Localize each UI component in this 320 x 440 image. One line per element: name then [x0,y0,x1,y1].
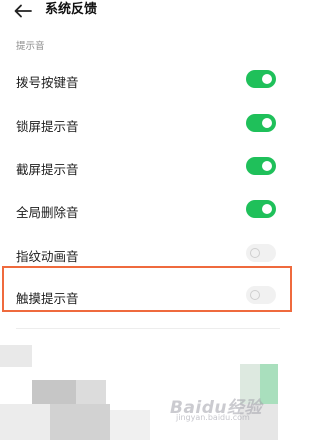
toggle-switch[interactable] [246,200,276,218]
divider [16,328,280,329]
setting-label: 截屏提示音 [16,162,79,177]
mosaic-block [76,380,106,404]
watermark-sub: jingyan.baidu.com [176,413,250,422]
setting-row-delete-sound[interactable]: 全局删除音 [0,190,297,230]
mosaic-block [110,410,150,440]
mosaic-block [32,380,76,404]
toggle-switch[interactable] [246,114,276,132]
switch-knob [262,204,272,214]
switch-knob [250,248,260,258]
header-bar: 系统反馈 [0,0,297,26]
page-title: 系统反馈 [45,2,98,17]
setting-label: 锁屏提示音 [16,119,79,134]
setting-label: 指纹动画音 [16,249,79,264]
setting-row-dial-tone[interactable]: 拨号按键音 [0,60,297,100]
switch-knob [262,118,272,128]
setting-label: 全局删除音 [16,205,79,220]
toggle-switch[interactable] [246,70,276,88]
mosaic-block [0,404,50,440]
setting-label: 拨号按键音 [16,75,79,90]
toggle-switch[interactable] [246,157,276,175]
toggle-switch[interactable] [246,244,276,262]
mosaic-block [0,345,32,367]
highlight-annotation [2,266,292,312]
setting-row-lock-sound[interactable]: 锁屏提示音 [0,104,297,144]
setting-row-screenshot-sound[interactable]: 截屏提示音 [0,147,297,187]
arrow-left-icon[interactable] [14,4,32,18]
switch-knob [262,74,272,84]
mosaic-block [260,364,278,404]
mosaic-block [50,404,110,440]
switch-knob [262,161,272,171]
section-title: 提示音 [16,41,45,52]
